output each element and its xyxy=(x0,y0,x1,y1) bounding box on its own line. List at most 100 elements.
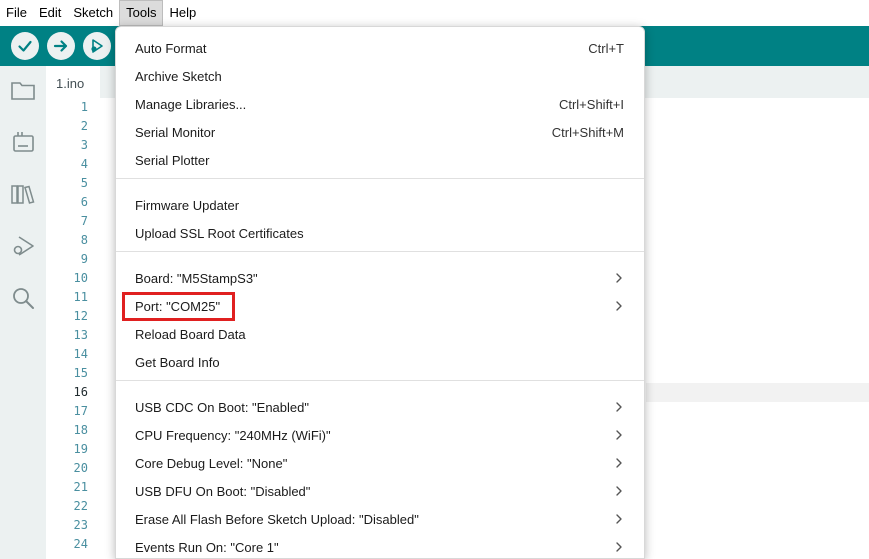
line-number: 11 xyxy=(73,290,88,304)
chevron-right-icon xyxy=(616,486,622,496)
menu-item-usb-cdc-on-boot-enabled[interactable]: USB CDC On Boot: "Enabled" xyxy=(116,393,644,421)
menu-item-label: Auto Format xyxy=(135,40,207,56)
line-number: 17 xyxy=(73,404,88,418)
menu-edit[interactable]: Edit xyxy=(33,0,67,26)
chevron-right-icon xyxy=(616,514,622,524)
line-number: 6 xyxy=(80,195,88,209)
menu-item-label: Erase All Flash Before Sketch Upload: "D… xyxy=(135,511,419,527)
sketchbook-button[interactable] xyxy=(0,72,46,108)
line-number: 22 xyxy=(73,499,88,513)
menu-item-core-debug-level-none[interactable]: Core Debug Level: "None" xyxy=(116,449,644,477)
menu-item-label: Archive Sketch xyxy=(135,68,222,84)
menu-item-label: Serial Monitor xyxy=(135,124,216,140)
line-number: 19 xyxy=(73,442,88,456)
menu-item-label: Serial Plotter xyxy=(135,152,210,168)
menu-separator xyxy=(116,251,644,252)
menu-item-label: Board: "M5StampS3" xyxy=(135,270,258,286)
line-number: 18 xyxy=(73,423,88,437)
menu-item-label: Reload Board Data xyxy=(135,326,246,342)
menu-item-label: Manage Libraries... xyxy=(135,96,247,112)
menu-separator xyxy=(116,178,644,179)
menu-item-label: USB DFU On Boot: "Disabled" xyxy=(135,483,311,499)
line-number: 24 xyxy=(73,537,88,551)
submenu-chevron xyxy=(614,514,624,524)
submenu-chevron xyxy=(614,542,624,552)
menu-item-shortcut: Ctrl+T xyxy=(588,40,624,56)
line-number: 16 xyxy=(73,385,88,399)
line-number: 12 xyxy=(73,309,88,323)
menu-item-label: Get Board Info xyxy=(135,354,220,370)
debug-panel-button[interactable] xyxy=(0,228,46,264)
menu-item-auto-format[interactable]: Auto Format Ctrl+T xyxy=(116,34,644,62)
line-number: 20 xyxy=(73,461,88,475)
search-button[interactable] xyxy=(0,280,46,316)
submenu-chevron xyxy=(614,430,624,440)
menu-tools[interactable]: Tools xyxy=(119,0,164,26)
library-manager-button[interactable] xyxy=(0,176,46,212)
board-icon xyxy=(13,132,34,152)
line-number: 8 xyxy=(80,233,88,247)
line-number: 14 xyxy=(73,347,88,361)
submenu-chevron xyxy=(614,402,624,412)
menu-item-reload-board-data[interactable]: Reload Board Data xyxy=(116,320,644,348)
current-line-highlight xyxy=(646,383,869,402)
chevron-right-icon xyxy=(616,273,622,283)
menu-item-label: CPU Frequency: "240MHz (WiFi)" xyxy=(135,427,331,443)
menu-help[interactable]: Help xyxy=(163,0,202,26)
line-number: 9 xyxy=(80,252,88,266)
upload-button[interactable] xyxy=(47,32,75,60)
line-number: 15 xyxy=(73,366,88,380)
menu-item-label: Core Debug Level: "None" xyxy=(135,455,288,471)
check-icon xyxy=(18,40,32,52)
tab-sketch-file[interactable]: 1.ino xyxy=(46,66,100,98)
menu-item-get-board-info[interactable]: Get Board Info xyxy=(116,348,644,376)
menu-item-archive-sketch[interactable]: Archive Sketch xyxy=(116,62,644,90)
boards-manager-button[interactable] xyxy=(0,124,46,160)
menu-item-serial-plotter[interactable]: Serial Plotter xyxy=(116,146,644,174)
debug-icon xyxy=(13,236,34,256)
chevron-right-icon xyxy=(616,430,622,440)
verify-button[interactable] xyxy=(11,32,39,60)
menu-item-port-com25[interactable]: Port: "COM25" xyxy=(116,292,644,320)
menu-item-label: USB CDC On Boot: "Enabled" xyxy=(135,399,309,415)
line-number: 1 xyxy=(80,100,88,114)
menu-item-firmware-updater[interactable]: Firmware Updater xyxy=(116,191,644,219)
menu-item-manage-libraries[interactable]: Manage Libraries... Ctrl+Shift+I xyxy=(116,90,644,118)
arrow-right-icon xyxy=(53,40,68,52)
line-number: 13 xyxy=(73,328,88,342)
menu-item-shortcut: Ctrl+Shift+M xyxy=(551,124,624,140)
line-number: 21 xyxy=(73,480,88,494)
line-number: 10 xyxy=(73,271,88,285)
line-number: 4 xyxy=(80,157,88,171)
tools-menu: Auto Format Ctrl+T Archive Sketch Manage Li… xyxy=(115,26,645,559)
debug-play-icon xyxy=(91,39,103,53)
submenu-chevron xyxy=(614,458,624,468)
menu-item-label: Firmware Updater xyxy=(135,197,240,213)
chevron-right-icon xyxy=(616,402,622,412)
menu-bar: File Edit Sketch Tools Help xyxy=(0,0,869,26)
sidebar xyxy=(0,66,46,559)
line-number: 23 xyxy=(73,518,88,532)
menu-item-erase-all-flash-before-sketch-upload-disabled[interactable]: Erase All Flash Before Sketch Upload: "D… xyxy=(116,505,644,533)
menu-item-upload-ssl-root-certificates[interactable]: Upload SSL Root Certificates xyxy=(116,219,644,247)
menu-item-cpu-frequency-240mhz-wifi[interactable]: CPU Frequency: "240MHz (WiFi)" xyxy=(116,421,644,449)
line-number: 2 xyxy=(80,119,88,133)
chevron-right-icon xyxy=(616,301,622,311)
chevron-right-icon xyxy=(616,542,622,552)
submenu-chevron xyxy=(614,301,624,311)
chevron-right-icon xyxy=(616,458,622,468)
folder-icon xyxy=(11,82,35,100)
line-number: 7 xyxy=(80,214,88,228)
line-number: 3 xyxy=(80,138,88,152)
menu-item-label: Port: "COM25" xyxy=(135,298,221,314)
menu-item-serial-monitor[interactable]: Serial Monitor Ctrl+Shift+M xyxy=(116,118,644,146)
submenu-chevron xyxy=(614,273,624,283)
menu-item-events-run-on-core-1[interactable]: Events Run On: "Core 1" xyxy=(116,533,644,559)
menu-item-board-m5stamps3[interactable]: Board: "M5StampS3" xyxy=(116,264,644,292)
menu-separator xyxy=(116,380,644,381)
debug-button[interactable] xyxy=(83,32,111,60)
menu-sketch[interactable]: Sketch xyxy=(67,0,119,26)
line-number: 5 xyxy=(80,176,88,190)
menu-item-usb-dfu-on-boot-disabled[interactable]: USB DFU On Boot: "Disabled" xyxy=(116,477,644,505)
menu-file[interactable]: File xyxy=(0,0,33,26)
